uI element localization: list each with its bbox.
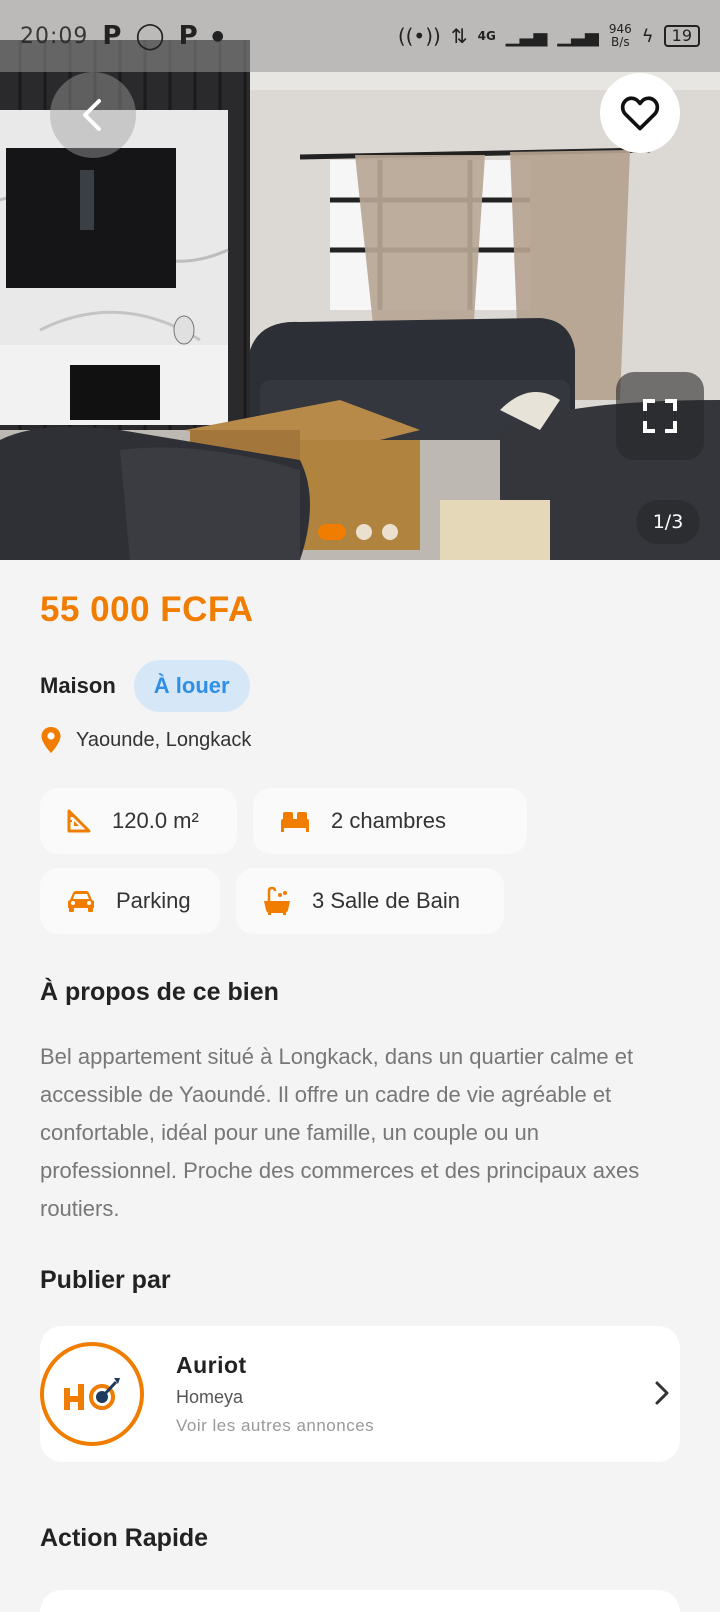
favorite-button[interactable] [600,73,680,153]
publisher-logo [40,1342,144,1446]
heart-icon [620,96,660,131]
chevron-left-icon [83,99,101,131]
chevron-right-icon [655,1381,669,1405]
bed-icon [281,812,309,832]
see-other-listings-link[interactable]: Voir les autres annonces [176,1416,374,1436]
status-time: 20:09 [20,23,89,49]
battery-indicator: 19 [663,25,700,47]
charging-icon: ϟ [641,25,654,47]
property-type: Maison [40,673,116,698]
back-button[interactable] [50,72,136,158]
location-text: Yaounde, Longkack [76,728,252,751]
pagination-dot[interactable] [382,524,398,540]
bathtub-icon [264,886,290,915]
fullscreen-button[interactable] [616,372,704,460]
map-pin-icon [41,727,61,753]
quick-action-title: Action Rapide [40,1524,209,1552]
status-badge: À louer [133,660,250,712]
signal-icon-2: ▁▃▅ [557,25,599,47]
ruler-triangle-icon [67,809,91,833]
feature-bathrooms: 3 Salle de Bain [236,868,504,934]
listing-price: 55 000 FCFA [40,590,254,629]
publisher-company: Homeya [176,1387,244,1407]
parking-app-icon-2: P [178,21,198,51]
feature-area: 120.0 m² [40,788,237,854]
whatsapp-icon: ◯ [135,21,165,51]
signal-icon: ▁▃▅ [505,25,548,47]
pagination-dot-active[interactable] [318,524,346,540]
notification-dot-icon: ● [211,28,224,44]
status-bar: 20:09 P ◯ P ● ((•)) ⇅ 4G ▁▃▅ ▁▃▅ 946 B/s… [0,0,720,72]
publisher-name: Auriot [176,1352,247,1378]
feature-parking: Parking [40,868,220,934]
image-counter: 1/3 [636,500,700,544]
homeya-logo-icon [64,1378,120,1410]
car-icon [68,891,94,912]
feature-rooms-text: 2 chambres [331,808,446,833]
parking-app-icon: P [102,21,122,51]
network-type: 4G [477,29,496,43]
about-section-title: À propos de ce bien [40,978,279,1006]
feature-area-text: 120.0 m² [112,808,199,833]
expand-icon [643,399,677,433]
publisher-section-title: Publier par [40,1266,171,1294]
location-row: Yaounde, Longkack [40,726,251,754]
pagination-dot[interactable] [356,524,372,540]
property-description: Bel appartement situé à Longkack, dans u… [40,1044,640,1221]
publisher-card[interactable]: Auriot Homeya Voir les autres annonces [40,1326,680,1462]
pagination-dots [318,524,398,540]
feature-parking-text: Parking [116,888,191,913]
network-speed: 946 B/s [608,22,632,49]
quick-action-card [40,1590,680,1612]
feature-bathrooms-text: 3 Salle de Bain [312,888,460,913]
feature-rooms: 2 chambres [253,788,527,854]
image-gallery[interactable]: 20:09 P ◯ P ● ((•)) ⇅ 4G ▁▃▅ ▁▃▅ 946 B/s… [0,0,720,560]
hotspot-icon: ((•)) [397,24,441,48]
data-arrows-icon: ⇅ [450,24,468,48]
